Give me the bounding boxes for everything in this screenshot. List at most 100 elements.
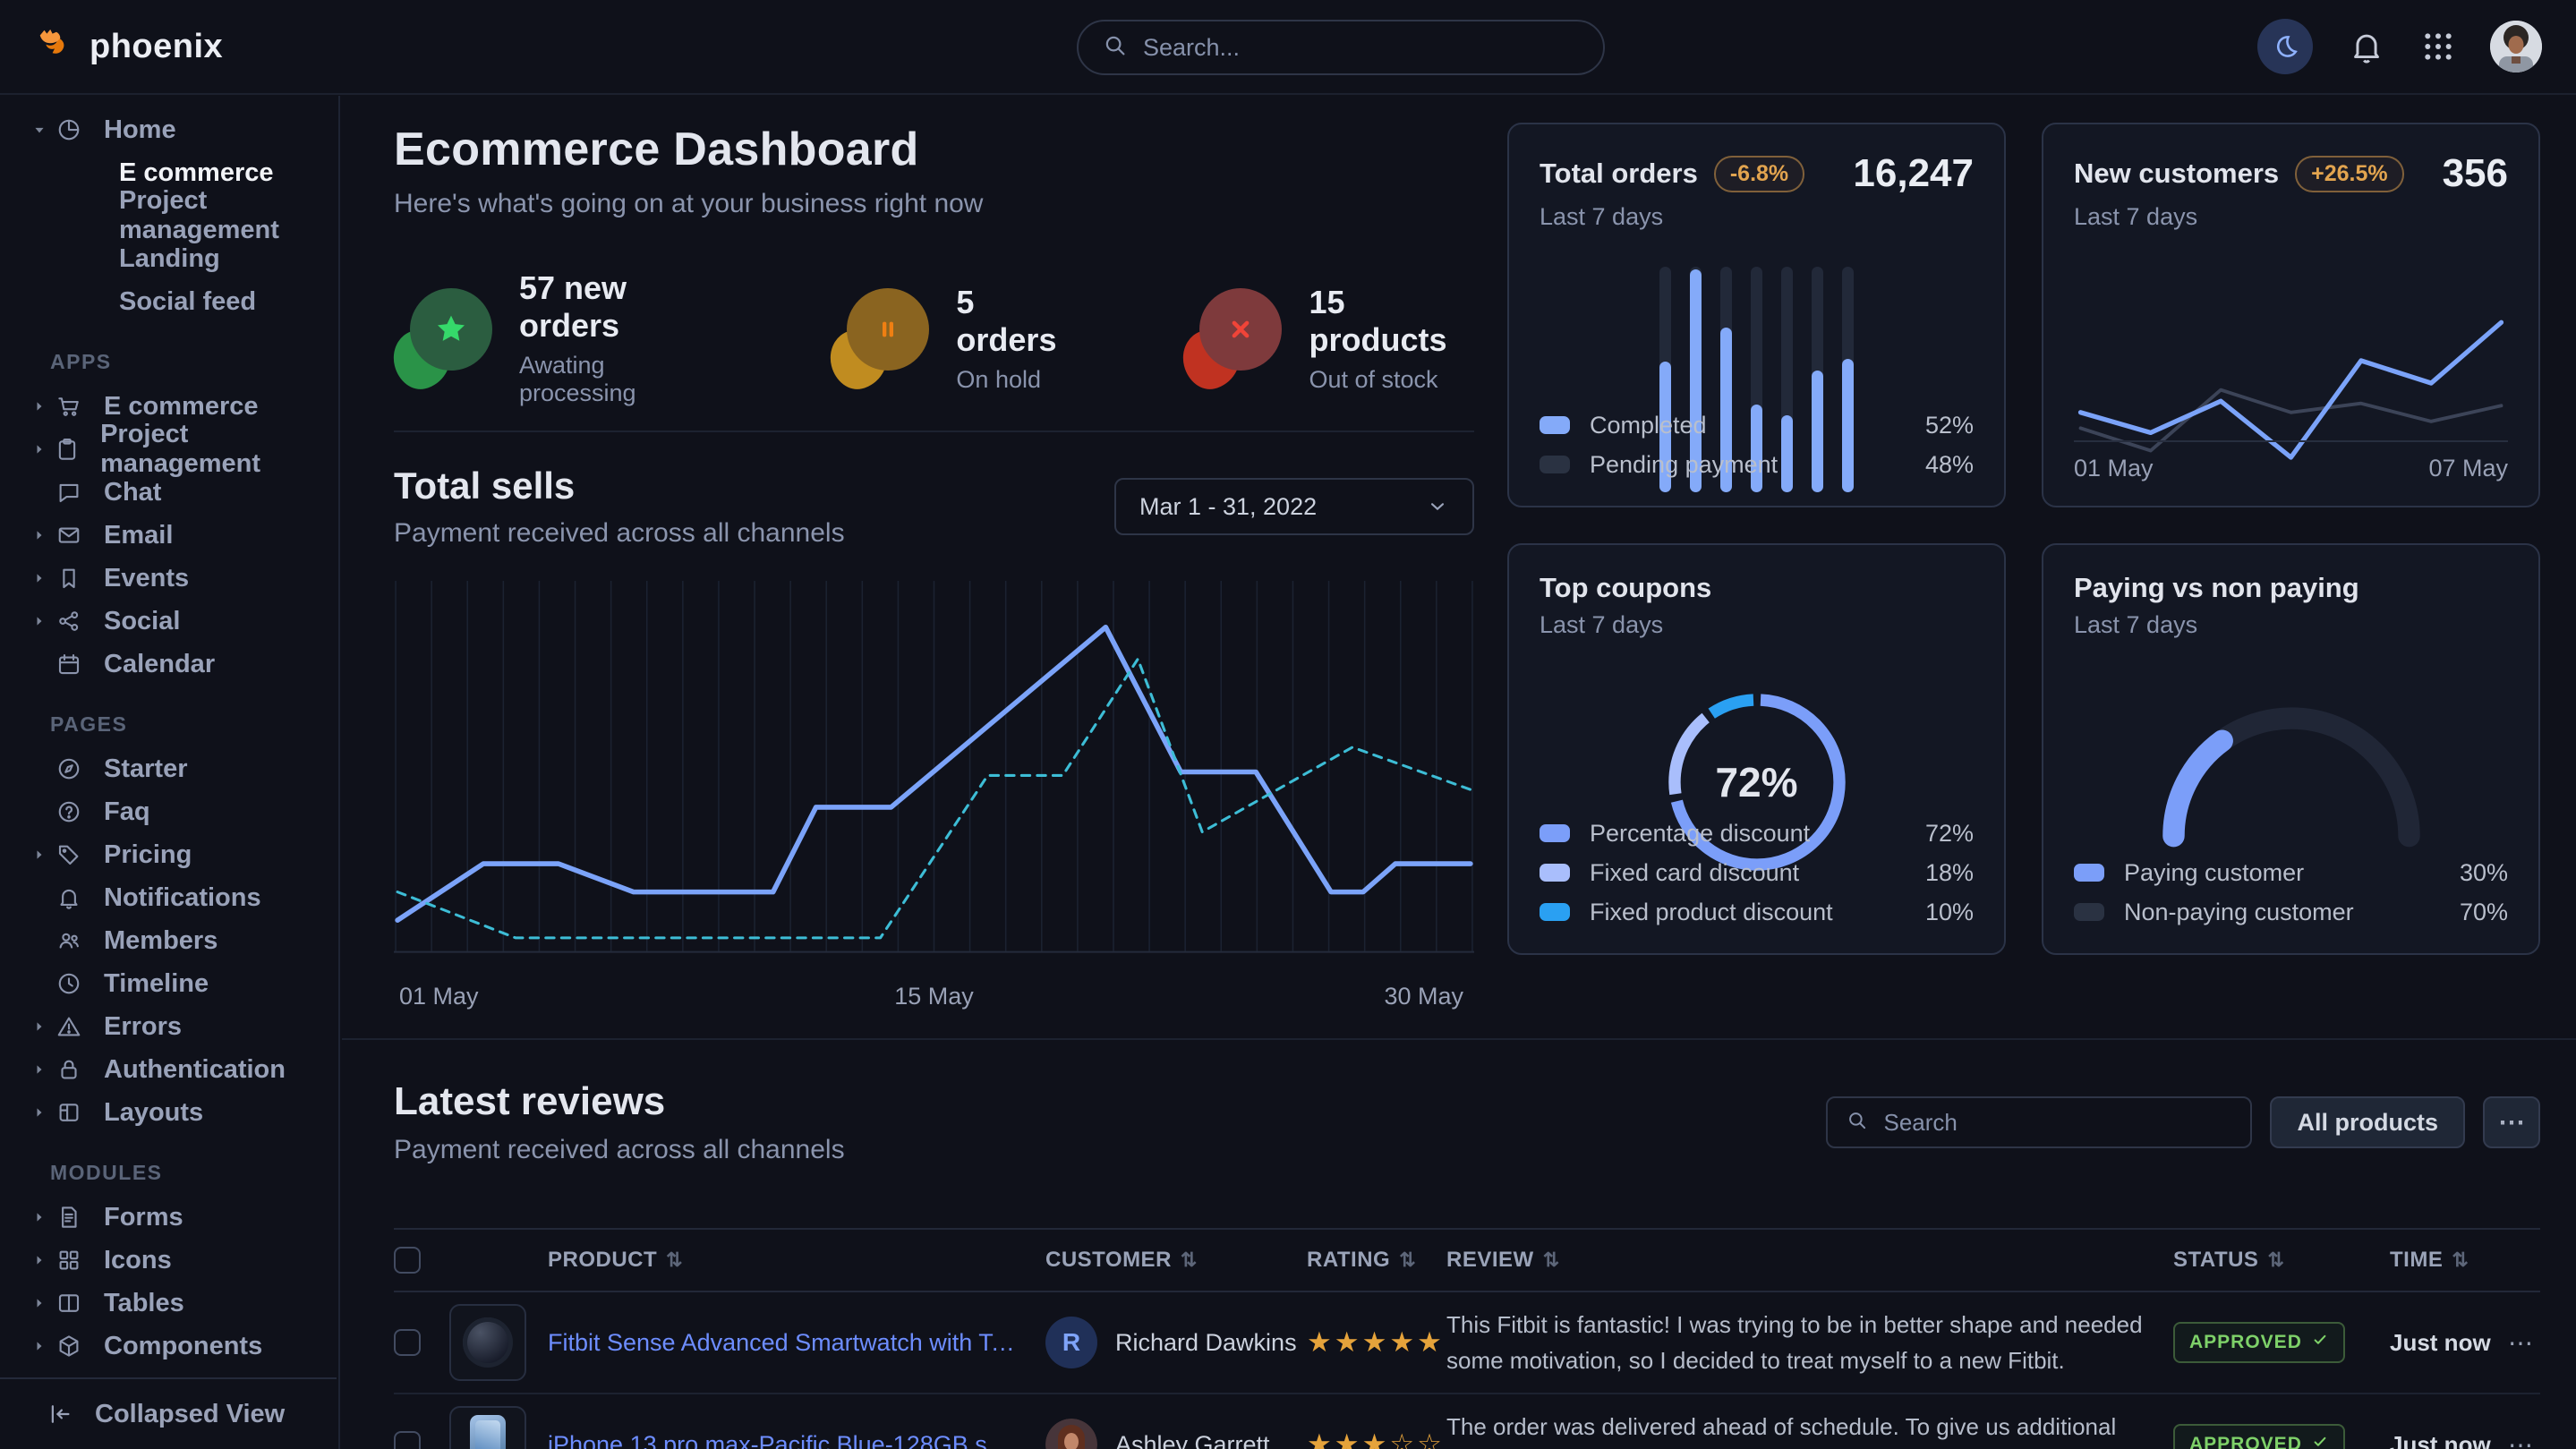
reviews-search-input[interactable]: [1881, 1108, 2232, 1138]
stat-label: Out of stock: [1309, 366, 1474, 394]
status-badge: APPROVED: [2173, 1322, 2345, 1363]
page-subtitle: Here's what's going on at your business …: [394, 189, 1474, 219]
product-thumbnail[interactable]: [449, 1406, 526, 1449]
app-root: phoenix Search...: [0, 0, 2576, 1449]
question-icon: [55, 798, 84, 825]
sidebar-item-timeline[interactable]: Timeline: [0, 962, 338, 1005]
sidebar-item-label: Email: [104, 521, 173, 550]
sidebar-item-label: Authentication: [104, 1055, 286, 1085]
sidebar-item-tables[interactable]: Tables: [0, 1282, 338, 1325]
sidebar-item-components[interactable]: Components: [0, 1325, 338, 1368]
top-navbar: phoenix Search...: [0, 0, 2576, 95]
select-all-checkbox[interactable]: [394, 1247, 421, 1274]
row-actions-button[interactable]: ⋯: [2508, 1430, 2540, 1449]
legend-value: 18%: [1925, 859, 1974, 887]
sidebar-item-authentication[interactable]: Authentication: [0, 1048, 338, 1091]
caret-down-icon: [30, 121, 55, 139]
stat-label: Awating processing: [519, 352, 716, 407]
sidebar-item-faq[interactable]: Faq: [0, 790, 338, 833]
column-header-customer[interactable]: CUSTOMER⇅: [1045, 1248, 1307, 1273]
sidebar-item-icons[interactable]: Icons: [0, 1239, 338, 1282]
product-thumbnail[interactable]: [449, 1304, 526, 1381]
sidebar-item-calendar[interactable]: Calendar: [0, 643, 338, 686]
sidebar-item-members[interactable]: Members: [0, 919, 338, 962]
row-actions-button[interactable]: ⋯: [2508, 1328, 2540, 1358]
sidebar-item-home[interactable]: Home: [0, 108, 338, 151]
sidebar-item-starter[interactable]: Starter: [0, 747, 338, 790]
paying-card: Paying vs non paying Last 7 days Paying …: [2042, 543, 2540, 955]
warning-icon: [55, 1013, 84, 1040]
cart-icon: [55, 393, 84, 420]
sidebar-item-label: Notifications: [104, 883, 261, 913]
sidebar-item-label: E commerce: [104, 392, 259, 422]
stat-out-of-stock: 15 products Out of stock: [1183, 284, 1474, 394]
sidebar-item-events[interactable]: Events: [0, 557, 338, 600]
card-value: 356: [2443, 151, 2508, 196]
more-options-button[interactable]: ⋯: [2483, 1096, 2540, 1148]
sidebar-item-notifications[interactable]: Notifications: [0, 876, 338, 919]
column-header-status[interactable]: STATUS⇅: [2173, 1248, 2390, 1273]
column-header-time[interactable]: TIME⇅: [2390, 1248, 2508, 1273]
sidebar-item-layouts[interactable]: Layouts: [0, 1091, 338, 1134]
theme-toggle-button[interactable]: [2257, 19, 2313, 74]
column-header-rating[interactable]: RATING⇅: [1307, 1248, 1446, 1273]
sidebar-section-label: PAGES: [0, 712, 338, 737]
stat-label: On hold: [956, 366, 1069, 394]
column-header-product[interactable]: PRODUCT⇅: [548, 1248, 1045, 1273]
caret-right-icon: [30, 569, 55, 587]
card-period: Last 7 days: [2074, 203, 2508, 231]
reviews-subtitle: Payment received across all channels: [394, 1135, 845, 1165]
sidebar-item-errors[interactable]: Errors: [0, 1005, 338, 1048]
brand[interactable]: phoenix: [34, 26, 223, 67]
grid-icon: [55, 1247, 84, 1274]
sidebar-item-project-management[interactable]: Project management: [0, 428, 338, 471]
column-header-review[interactable]: REVIEW⇅: [1446, 1248, 2173, 1273]
stat-awating-processing: 57 new orders Awating processing: [394, 269, 716, 407]
user-avatar[interactable]: [2490, 21, 2542, 72]
notifications-bell-icon[interactable]: [2347, 27, 2386, 66]
legend-chip: [2074, 864, 2104, 882]
pie-chart-icon: [55, 116, 84, 143]
sidebar-item-social[interactable]: Social: [0, 600, 338, 643]
sidebar-item-forms[interactable]: Forms: [0, 1196, 338, 1239]
x-label: 01 May: [2074, 455, 2154, 482]
total-sells-subtitle: Payment received across all channels: [394, 518, 845, 549]
product-link[interactable]: Fitbit Sense Advanced Smartwatch with To…: [548, 1329, 1045, 1357]
latest-reviews-section: Latest reviews Payment received across a…: [394, 1079, 2540, 1449]
box-icon: [55, 1333, 84, 1360]
product-link[interactable]: iPhone 13 pro max-Pacific Blue-128GB sto…: [548, 1431, 1045, 1449]
navbar-search-input[interactable]: Search...: [1077, 20, 1605, 75]
review-text: The order was delivered ahead of schedul…: [1446, 1409, 2154, 1449]
card-value: 16,247: [1853, 151, 1974, 196]
sidebar-item-email[interactable]: Email: [0, 514, 338, 557]
phoenix-logo-icon: [34, 26, 75, 67]
sort-icon: ⇅: [666, 1249, 683, 1272]
legend-item-completed: Completed 52%: [1540, 405, 1974, 445]
star-badge-icon: [394, 288, 494, 388]
sidebar-subitem-social-feed[interactable]: Social feed: [0, 280, 338, 323]
apps-grid-icon[interactable]: [2420, 29, 2456, 64]
legend-label: Fixed product discount: [1590, 899, 1833, 926]
legend-chip: [1540, 456, 1570, 473]
x-label: 15 May: [894, 983, 974, 1010]
sidebar-item-pricing[interactable]: Pricing: [0, 833, 338, 876]
legend-label: Pending payment: [1590, 451, 1778, 479]
sidebar-item-label: Components: [104, 1332, 262, 1361]
customer-name: Ashley Garrett: [1115, 1431, 1270, 1449]
legend-chip: [1540, 416, 1570, 434]
row-checkbox[interactable]: [394, 1431, 421, 1449]
date-range-select[interactable]: Mar 1 - 31, 2022: [1114, 478, 1474, 535]
product-image-iphone: [470, 1415, 506, 1449]
sidebar-subitem-project-management[interactable]: Project management: [0, 194, 338, 237]
bell-icon: [55, 884, 84, 911]
bookmark-icon: [55, 565, 84, 592]
collapsed-view-toggle[interactable]: Collapsed View: [0, 1377, 337, 1449]
caret-right-icon: [30, 1018, 55, 1036]
legend-value: 10%: [1925, 899, 1974, 926]
all-products-button[interactable]: All products: [2270, 1096, 2465, 1148]
card-title: New customers: [2074, 158, 2279, 190]
compass-icon: [55, 755, 84, 782]
orders-legend: Completed 52% Pending payment 48%: [1540, 405, 1974, 484]
product-image-watch: [463, 1317, 513, 1368]
row-checkbox[interactable]: [394, 1329, 421, 1356]
